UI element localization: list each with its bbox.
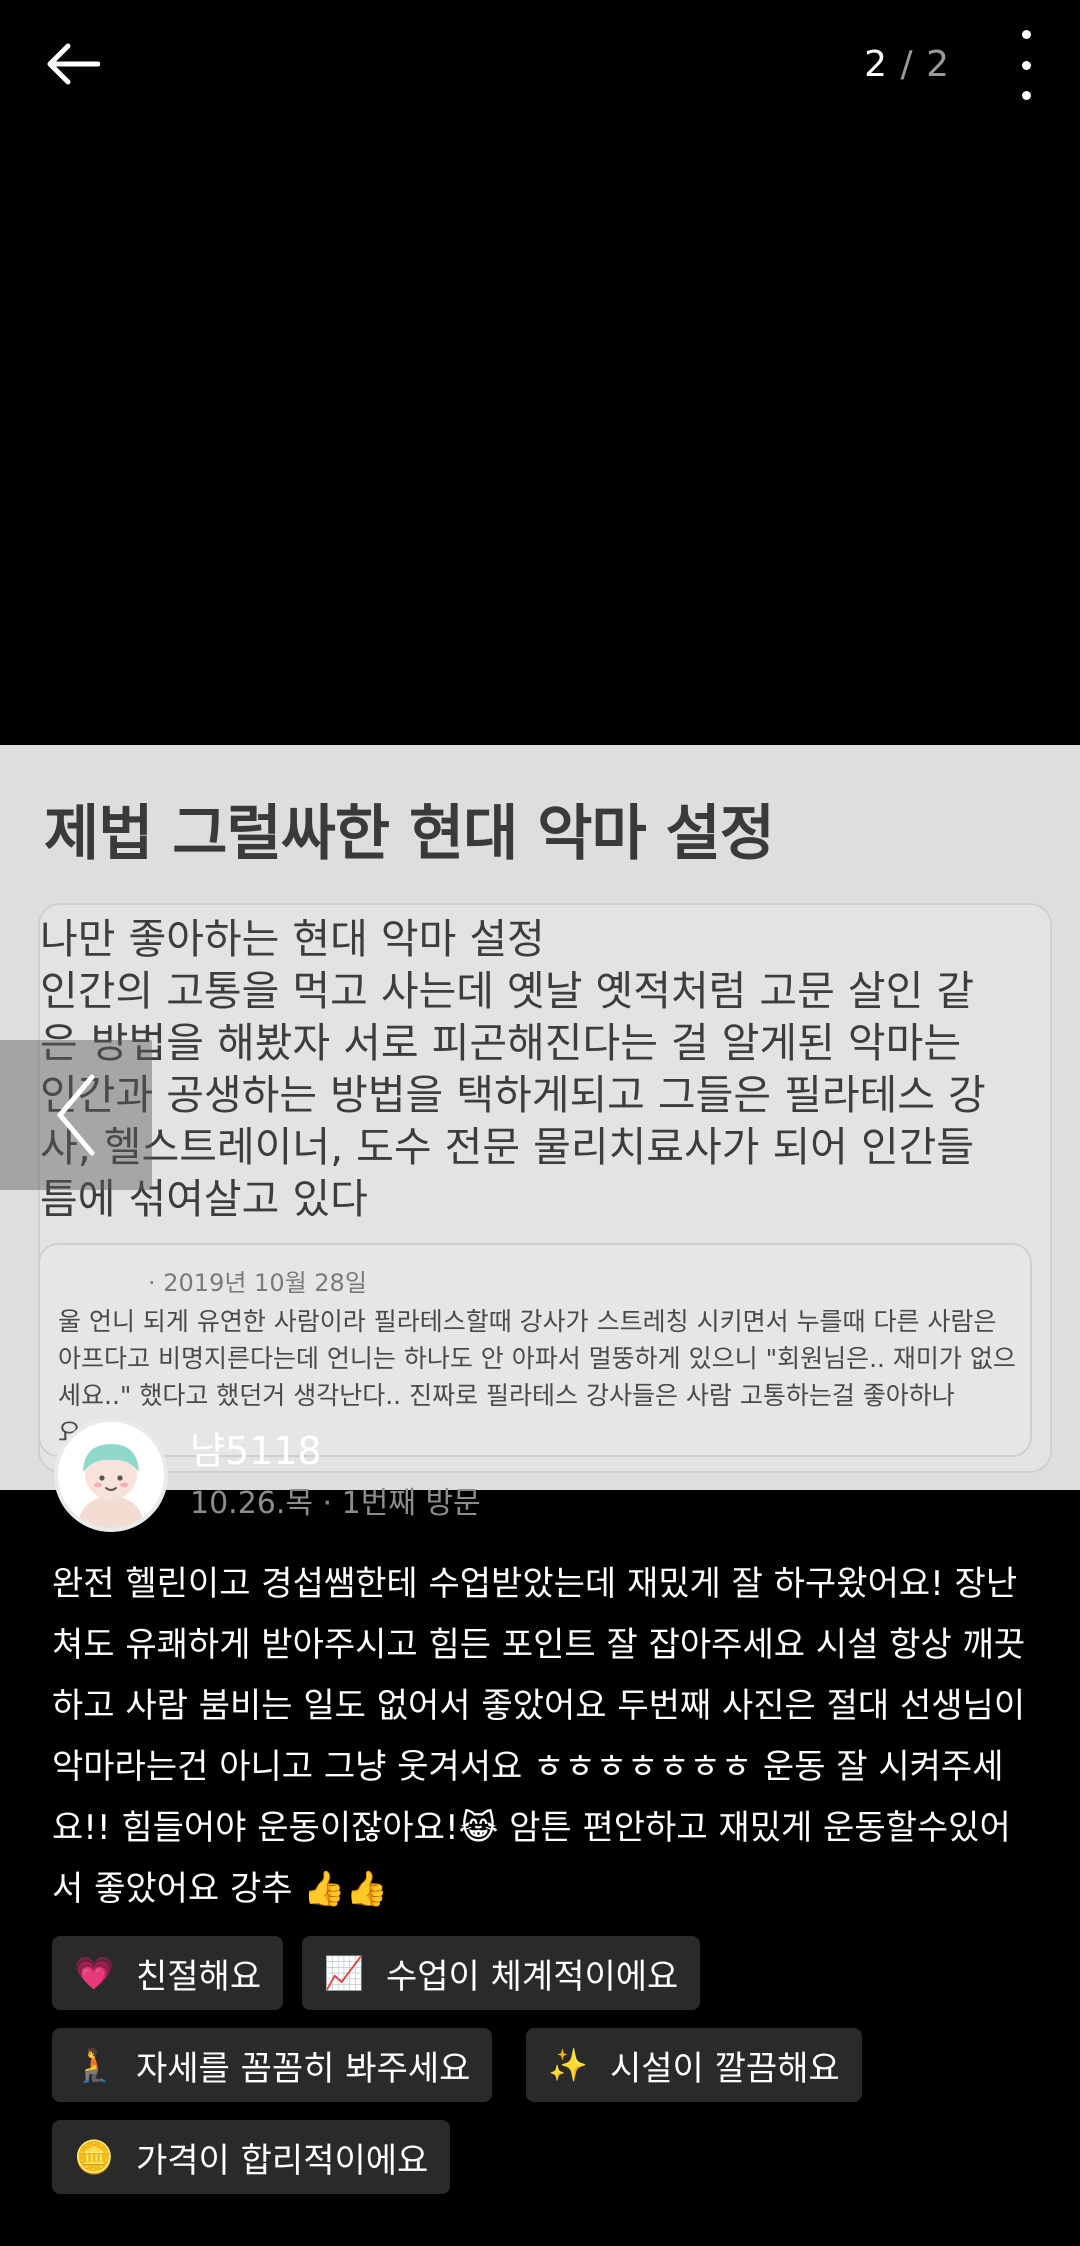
tag-label: 가격이 합리적이에요 [136,2140,429,2181]
photo-body-line: 인간과 공생하는 방법을 택하게되고 그들은 필라테스 강 [40,1071,986,1119]
back-button[interactable] [36,28,108,100]
author-name[interactable]: 냠5118 [190,1420,322,1475]
photo-body-line: 나만 좋아하는 현대 악마 설정 [40,915,545,963]
more-options-button[interactable] [1006,30,1046,100]
photo-body: 나만 좋아하는 현대 악마 설정 인간의 고통을 먹고 사는데 옛날 옛적처럼 … [40,913,1045,1225]
sparkles-icon: ✨ [548,2046,588,2084]
chart-up-icon: 📈 [324,1954,364,1992]
current-page: 2 [864,44,889,85]
back-arrow-icon [47,43,100,85]
photo-body-line: 틈에 섞여살고 있다 [40,1175,368,1223]
tag-label: 시설이 깔끔해요 [610,2048,840,2089]
tag-posture: 🧎 자세를 꼼꼼히 봐주세요 [52,2028,493,2102]
tag-kind: 💗 친절해요 [52,1936,284,2010]
avatar[interactable] [54,1418,168,1532]
photo-body-line: 인간의 고통을 먹고 사는데 옛날 옛적처럼 고문 살인 같 [40,967,975,1015]
avatar-character-icon [58,1422,164,1528]
page-counter: 2 / 2 [864,44,950,85]
photo-comment-date: · 2019년 10월 28일 [148,1269,367,1297]
tag-price: 🪙 가격이 합리적이에요 [52,2120,451,2194]
previous-photo-button[interactable] [0,1040,152,1190]
tag-label: 친절해요 [136,1956,262,1997]
total-pages: 2 [926,44,950,85]
chevron-left-icon [57,1074,95,1156]
tag-label: 수업이 체계적이에요 [386,1956,679,1997]
photo-title: 제법 그럴싸한 현대 악마 설정 [44,799,775,869]
more-dot-icon [1021,91,1031,100]
top-bar: 2 / 2 [0,0,1080,130]
more-dot-icon [1021,30,1031,39]
tag-clean-facility: ✨ 시설이 깔끔해요 [526,2028,862,2102]
exercise-icon: 🧎 [74,2046,114,2084]
more-dot-icon [1021,60,1031,70]
review-photo[interactable]: 제법 그럴싸한 현대 악마 설정 나만 좋아하는 현대 악마 설정 인간의 고통… [0,745,1080,1490]
photo-body-line: 사, 헬스트레이너, 도수 전문 물리치료사가 되어 인간들 [40,1123,975,1171]
review-text: 완전 헬린이고 경섭쌤한테 수업받았는데 재밌게 잘 하구왔어요! 장난쳐도 유… [52,1564,1026,1909]
photo-body-line: 은 방법을 해봤자 서로 피곤해진다는 걸 알게된 악마는 [40,1019,962,1067]
coins-icon: 🪙 [74,2138,114,2176]
tag-systematic: 📈 수업이 체계적이에요 [302,1936,701,2010]
page-separator: / [900,44,914,85]
tag-label: 자세를 꼼꼼히 봐주세요 [136,2048,471,2089]
heart-icon: 💗 [74,1954,114,1992]
visit-meta: 10.26.목 · 1번째 방문 [190,1486,481,1521]
